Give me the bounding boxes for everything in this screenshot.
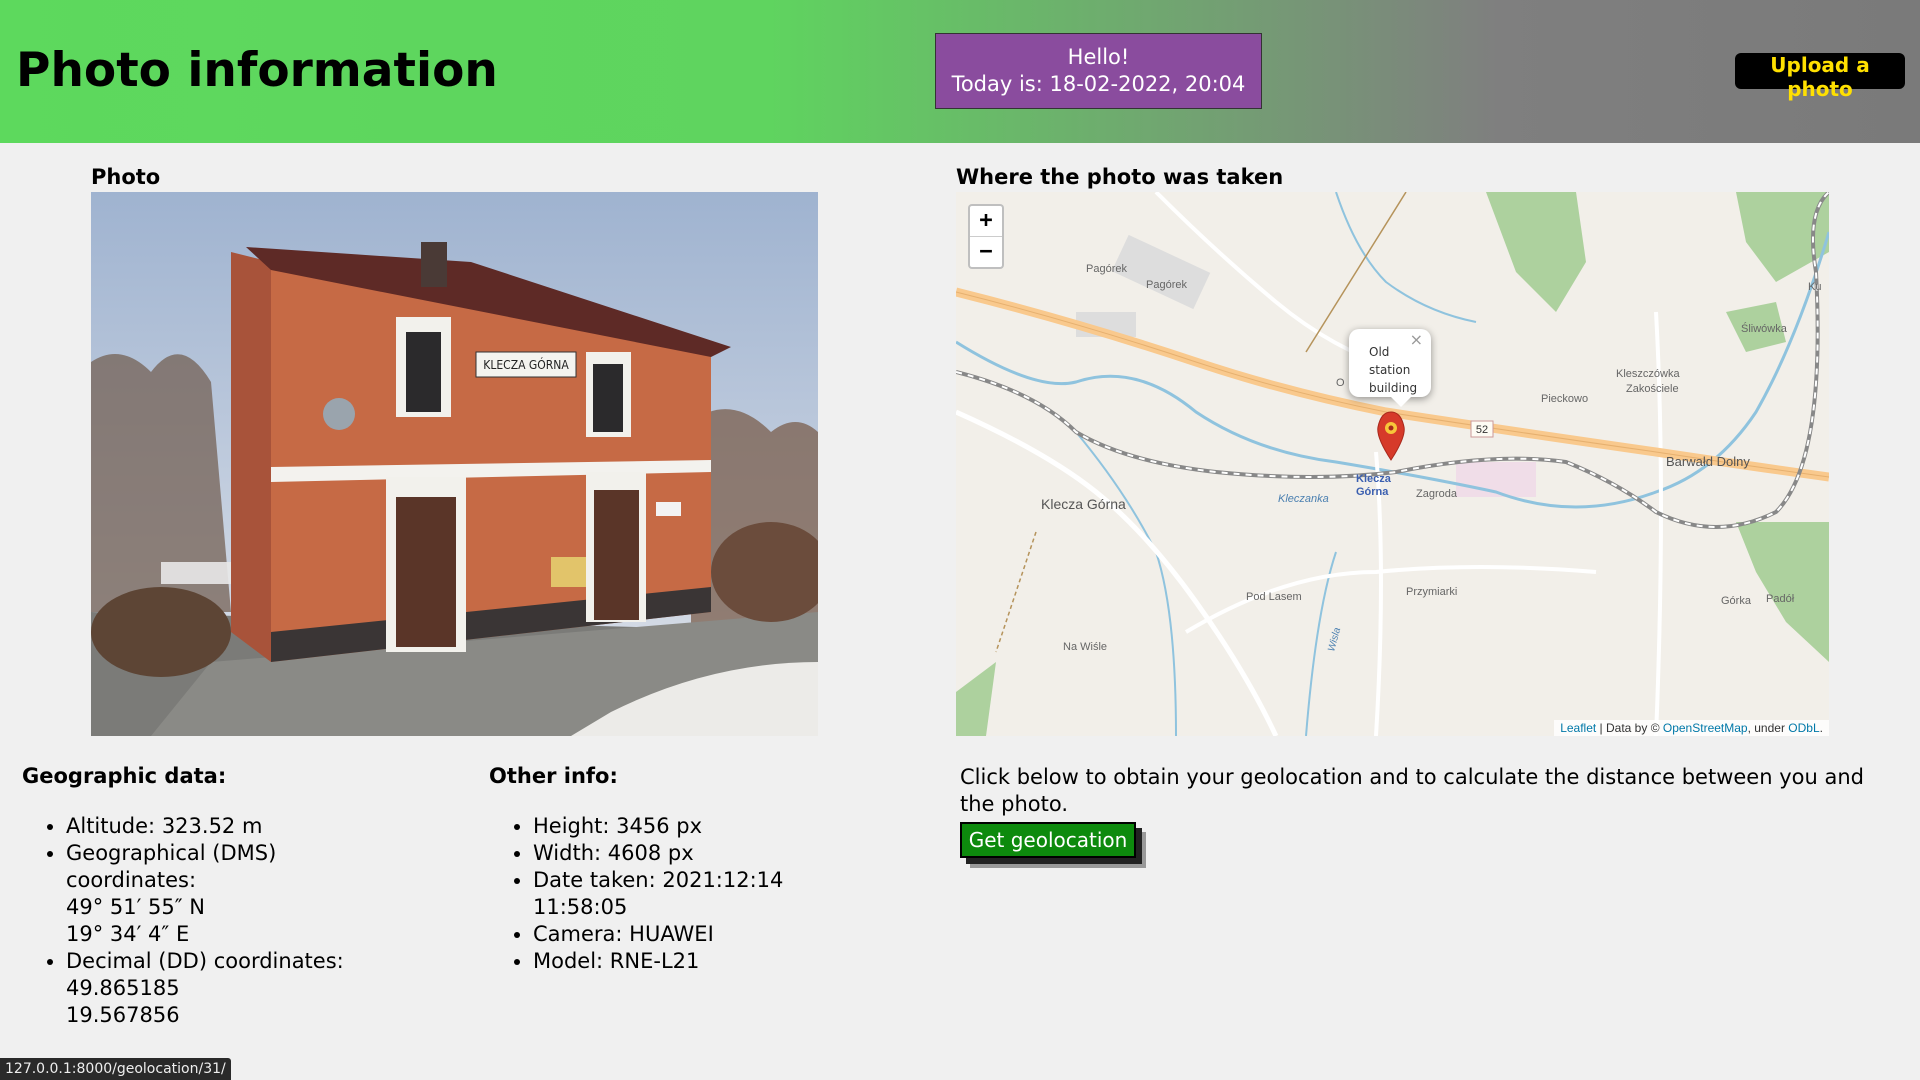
date-taken-item: Date taken: 2021:12:14 11:58:05 <box>533 867 933 921</box>
page-title: Photo information <box>16 43 498 98</box>
dms-longitude: 19° 34′ 4″ E <box>66 922 190 946</box>
map-label-o: O <box>1336 377 1345 389</box>
header-bar: Photo information Hello! Today is: 18-02… <box>0 0 1920 143</box>
popup-line-2: station <box>1369 363 1411 377</box>
geolocation-instructions: Click below to obtain your geolocation a… <box>960 765 1864 816</box>
map-label-na-wisle: Na Wiśle <box>1063 641 1107 653</box>
map-label-pagorek-2: Pagórek <box>1146 279 1187 291</box>
get-geolocation-button[interactable]: Get geolocation <box>960 822 1136 858</box>
map-heading: Where the photo was taken <box>956 165 1284 189</box>
greeting-date: Today is: 18-02-2022, 20:04 <box>951 72 1246 96</box>
camera-item: Camera: HUAWEI <box>533 921 933 948</box>
upload-photo-button[interactable]: Upload a photo <box>1735 53 1905 101</box>
map-label-pagorek-1: Pagórek <box>1086 263 1127 275</box>
height-item: Height: 3456 px <box>533 813 933 840</box>
map-label-kleczanka: Kleczanka <box>1278 493 1329 505</box>
map-label-przymiarki: Przymiarki <box>1406 586 1457 598</box>
map-label-padol: Padół <box>1766 593 1795 605</box>
map-label-station-2: Górna <box>1356 486 1389 498</box>
greeting-hello: Hello! <box>1067 45 1130 69</box>
map-view[interactable]: 52 Pagórek Pagórek Klecza Górna Klecza G… <box>956 192 1829 736</box>
map-label-station: Klecza <box>1356 473 1392 485</box>
station-photo: KLECZA GÓRNA <box>91 192 818 736</box>
attribution-end: . <box>1819 721 1823 735</box>
dms-item: Geographical (DMS) coordinates: 49° 51′ … <box>66 840 466 948</box>
map-label-ku: Ku <box>1808 281 1821 293</box>
dd-label: Decimal (DD) coordinates: <box>66 949 344 973</box>
map-label-gorka: Górka <box>1721 595 1752 607</box>
map-popup: × Old station building <box>1349 329 1431 397</box>
road-shield-52: 52 <box>1476 424 1488 436</box>
browser-status-url: 127.0.0.1:8000/geolocation/31/ <box>0 1058 231 1080</box>
leaflet-link[interactable]: Leaflet <box>1560 721 1596 735</box>
photo-heading: Photo <box>91 165 161 189</box>
osm-link[interactable]: OpenStreetMap <box>1663 721 1748 735</box>
date-taken-label: Date taken: 2021:12:14 <box>533 868 784 892</box>
geographic-heading: Geographic data: <box>22 764 227 788</box>
popup-close-icon[interactable]: × <box>1410 331 1423 349</box>
station-photo-image: KLECZA GÓRNA <box>91 192 818 736</box>
map-label-kleszczowka: Kleszczówka <box>1616 368 1680 380</box>
dd-item: Decimal (DD) coordinates: 49.865185 19.5… <box>66 948 466 1029</box>
odbl-link[interactable]: ODbL <box>1788 721 1819 735</box>
map-label-klecza-gorna: Klecza Górna <box>1041 496 1126 512</box>
model-item: Model: RNE-L21 <box>533 948 933 975</box>
popup-tip <box>1391 397 1411 407</box>
station-sign: KLECZA GÓRNA <box>483 357 569 372</box>
dms-label: Geographical (DMS) <box>66 841 277 865</box>
date-taken-time: 11:58:05 <box>533 895 628 919</box>
attribution-text: | Data by © <box>1596 721 1663 735</box>
other-info-list: Height: 3456 px Width: 4608 px Date take… <box>489 813 933 975</box>
map-attribution: Leaflet | Data by © OpenStreetMap, under… <box>1554 720 1829 736</box>
map-label-zagroda: Zagroda <box>1416 488 1458 500</box>
other-info-heading: Other info: <box>489 764 618 788</box>
map-tiles[interactable]: 52 Pagórek Pagórek Klecza Górna Klecza G… <box>956 192 1829 736</box>
map-label-slimowka: Śliwówka <box>1741 322 1788 335</box>
zoom-out-button[interactable]: − <box>970 236 1002 267</box>
altitude-item: Altitude: 323.52 m <box>66 813 466 840</box>
map-label-barwald: Barwałd Dolny <box>1666 454 1750 469</box>
greeting-box: Hello! Today is: 18-02-2022, 20:04 <box>935 33 1262 109</box>
popup-line-3: building <box>1369 381 1418 395</box>
dd-longitude: 19.567856 <box>66 1003 180 1027</box>
map-label-pieckowo: Pieckowo <box>1541 393 1588 405</box>
width-item: Width: 4608 px <box>533 840 933 867</box>
map-label-zakoscicie: Zakościele <box>1626 383 1679 395</box>
zoom-in-button[interactable]: + <box>970 206 1002 236</box>
map-label-pod-lasem: Pod Lasem <box>1246 591 1302 603</box>
attribution-under: , under <box>1747 721 1789 735</box>
zoom-control: + − <box>968 204 1004 269</box>
dms-latitude: 49° 51′ 55″ N <box>66 895 206 919</box>
dd-latitude: 49.865185 <box>66 976 180 1000</box>
geographic-list: Altitude: 323.52 m Geographical (DMS) co… <box>22 813 466 1029</box>
dms-label-2: coordinates: <box>66 868 197 892</box>
